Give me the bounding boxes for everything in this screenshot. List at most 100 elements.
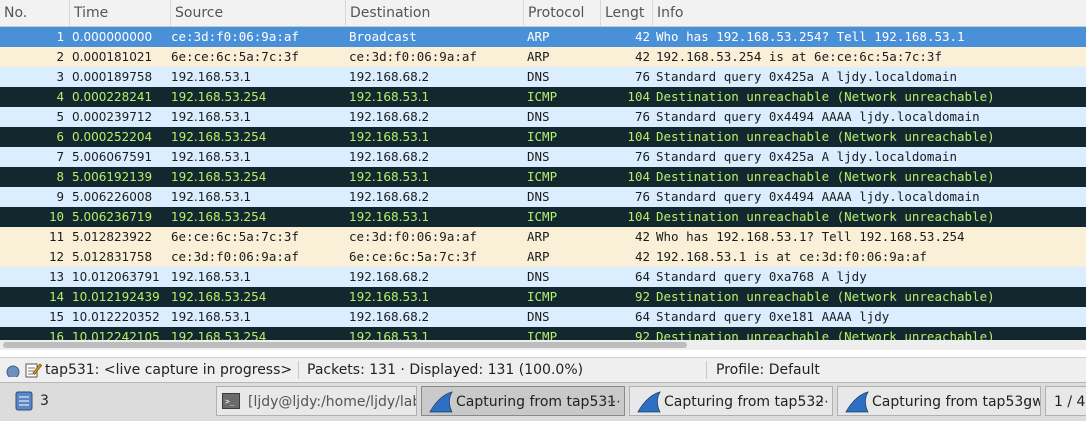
- packet-source: 192.168.53.1: [171, 310, 252, 324]
- packet-time: 5.006067591: [72, 150, 153, 164]
- packet-info: Standard query 0xa768 A ljdy: [656, 269, 867, 284]
- taskbar-task-tap532[interactable]: Capturing from tap532 ⋯: [629, 386, 833, 416]
- packet-length: 104: [627, 169, 650, 184]
- packet-row[interactable]: 8 5.006192139 192.168.53.254 192.168.53.1 IC…: [0, 167, 1086, 187]
- taskbar-task-more: ⋯: [815, 394, 829, 410]
- packet-destination: 192.168.53.1: [349, 130, 430, 144]
- packet-row[interactable]: 11 5.012823922 6e:ce:6c:5a:7c:3f ce:3d:f0:0…: [0, 227, 1086, 247]
- packet-info: Destination unreachable (Network unreach…: [656, 169, 995, 184]
- packet-length: 76: [634, 69, 650, 84]
- packet-length: 76: [634, 189, 650, 204]
- capture-file-status: tap531: <live capture in progress> Fi⋯: [45, 362, 295, 378]
- packet-row[interactable]: 4 0.000228241 192.168.53.254 192.168.53.1 IC…: [0, 87, 1086, 107]
- packet-info: Who has 192.168.53.1? Tell 192.168.53.25…: [656, 229, 965, 244]
- packet-time: 10.012192439: [72, 290, 160, 304]
- packets-count-status: Packets: 131 · Displayed: 131 (100.0%): [307, 362, 584, 378]
- column-header-destination[interactable]: Destination: [346, 0, 524, 26]
- taskbar-task-more: ⋯: [607, 394, 621, 410]
- packet-protocol: DNS: [527, 309, 550, 324]
- column-header-info[interactable]: Info: [653, 0, 1086, 26]
- packet-row[interactable]: 3 0.000189758 192.168.53.1 192.168.68.2 DNS 7…: [0, 67, 1086, 87]
- packet-destination: 192.168.53.1: [349, 290, 430, 304]
- packet-row[interactable]: 12 5.012831758 ce:3d:f0:06:9a:af 6e:ce:6c:5…: [0, 247, 1086, 267]
- packet-number: 14: [48, 289, 64, 304]
- taskbar-pager[interactable]: 1 / 4: [1045, 386, 1086, 416]
- packet-row[interactable]: 1 0.000000000 ce:3d:f0:06:9a:af Broadcast AR…: [0, 27, 1086, 47]
- packet-row[interactable]: 16 10.012242105 192.168.53.254 192.168.53.1…: [0, 327, 1086, 340]
- packet-protocol: ARP: [527, 49, 550, 64]
- column-header-no[interactable]: No.: [0, 0, 70, 26]
- taskbar-task-tap531[interactable]: Capturing from tap531 ⋯: [421, 386, 625, 416]
- packet-number: 4: [56, 89, 64, 104]
- packet-source: 6e:ce:6c:5a:7c:3f: [171, 49, 299, 64]
- taskbar-task-tap53gw[interactable]: Capturing from tap53gw ⋯: [837, 386, 1041, 416]
- wireshark-fin-icon: [428, 391, 454, 413]
- packet-destination: Broadcast: [349, 29, 417, 44]
- packet-number: 10: [48, 209, 64, 224]
- packet-row[interactable]: 7 5.006067591 192.168.53.1 192.168.68.2 DNS 7…: [0, 147, 1086, 167]
- packet-protocol: ARP: [527, 249, 550, 264]
- packet-row[interactable]: 10 5.006236719 192.168.53.254 192.168.53.1 I…: [0, 207, 1086, 227]
- packet-number: 1: [56, 29, 64, 44]
- packet-length: 64: [634, 269, 650, 284]
- packet-source: 192.168.53.254: [171, 170, 267, 184]
- packet-destination: ce:3d:f0:06:9a:af: [349, 49, 477, 64]
- packet-destination: 192.168.68.2: [349, 150, 430, 164]
- packet-row[interactable]: 15 10.012220352 192.168.53.1 192.168.68.2 DN…: [0, 307, 1086, 327]
- packet-row[interactable]: 6 0.000252204 192.168.53.254 192.168.53.1 IC…: [0, 127, 1086, 147]
- packet-time: 5.006236719: [72, 210, 153, 224]
- packet-info: Standard query 0x425a A ljdy.localdomain: [656, 69, 958, 84]
- status-divider: [706, 361, 707, 379]
- packet-length: 104: [627, 129, 650, 144]
- record-indicator-icon[interactable]: [6, 363, 20, 377]
- packet-time: 5.012831758: [72, 250, 153, 264]
- packet-source: 192.168.53.254: [171, 210, 267, 224]
- packet-length: 104: [627, 89, 650, 104]
- packet-destination: 192.168.53.1: [349, 210, 430, 224]
- svg-text:>_: >_: [225, 397, 235, 406]
- packet-info: Standard query 0xe181 AAAA ljdy: [656, 309, 890, 324]
- packet-source: 192.168.53.254: [171, 130, 267, 144]
- wireshark-fin-icon: [636, 391, 662, 413]
- column-header-protocol[interactable]: Protocol: [524, 0, 601, 26]
- packet-row[interactable]: 9 5.006226008 192.168.53.1 192.168.68.2 DNS 7…: [0, 187, 1086, 207]
- column-header-time[interactable]: Time: [70, 0, 171, 26]
- profile-status[interactable]: Profile: Default: [716, 358, 916, 382]
- column-header-source[interactable]: Source: [171, 0, 346, 26]
- packet-length: 42: [634, 229, 650, 244]
- horizontal-scrollbar[interactable]: [0, 340, 1086, 350]
- column-header-length[interactable]: Lengt: [601, 0, 653, 26]
- packet-row[interactable]: 2 0.000181021 6e:ce:6c:5a:7c:3f ce:3d:f0:06…: [0, 47, 1086, 67]
- packet-info: Destination unreachable (Network unreach…: [656, 289, 995, 304]
- packet-length: 64: [634, 309, 650, 324]
- status-bar: tap531: <live capture in progress> Fi⋯ P…: [0, 357, 1086, 382]
- packet-row[interactable]: 13 10.012063791 192.168.53.1 192.168.68.2 DN…: [0, 267, 1086, 287]
- packet-time: 0.000252204: [72, 130, 153, 144]
- packet-info: Who has 192.168.53.254? Tell 192.168.53.…: [656, 29, 965, 44]
- packet-protocol: ICMP: [527, 129, 558, 144]
- packet-source: 192.168.53.254: [171, 330, 267, 340]
- packet-number: 13: [48, 269, 64, 284]
- packet-time: 10.012220352: [72, 310, 160, 324]
- packet-number: 7: [56, 149, 64, 164]
- packet-protocol: ARP: [527, 29, 550, 44]
- notepad-pencil-icon[interactable]: [24, 361, 42, 379]
- packet-list-header: No. Time Source Destination Protocol Len…: [0, 0, 1086, 27]
- packet-list[interactable]: 1 0.000000000 ce:3d:f0:06:9a:af Broadcast AR…: [0, 27, 1086, 340]
- packet-number: 12: [48, 249, 64, 264]
- packet-time: 0.000228241: [72, 90, 153, 104]
- taskbar-task-label: Capturing from tap531: [456, 394, 617, 410]
- taskbar-terminal-label: [ljdy@ljdy:/home/ljdy/lab/3]: [248, 394, 416, 410]
- status-divider: [298, 361, 299, 379]
- scrollbar-thumb[interactable]: [3, 342, 687, 348]
- taskbar-terminal[interactable]: >_ [ljdy@ljdy:/home/ljdy/lab/3]: [216, 386, 417, 416]
- packet-row[interactable]: 14 10.012192439 192.168.53.254 192.168.53.1…: [0, 287, 1086, 307]
- packet-row[interactable]: 5 0.000239712 192.168.53.1 192.168.68.2 DNS 7…: [0, 107, 1086, 127]
- packet-time: 5.012823922: [72, 230, 153, 244]
- packet-number: 9: [56, 189, 64, 204]
- packet-number: 15: [48, 309, 64, 324]
- packet-info: 192.168.53.254 is at 6e:ce:6c:5a:7c:3f: [656, 49, 942, 64]
- packet-source: 192.168.53.1: [171, 110, 252, 124]
- workspace-switcher[interactable]: 3: [8, 386, 208, 416]
- packet-time: 0.000000000: [72, 30, 153, 44]
